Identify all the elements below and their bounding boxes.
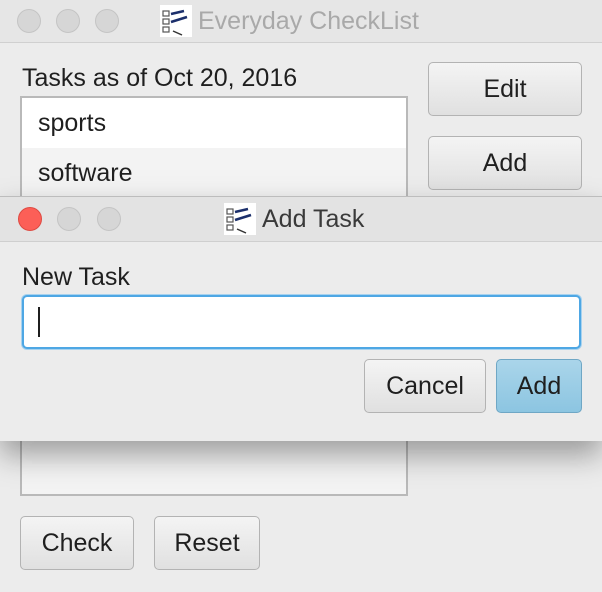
new-task-label: New Task: [22, 263, 130, 291]
dialog-minimize-button[interactable]: [57, 207, 81, 231]
new-task-input[interactable]: [22, 295, 581, 349]
main-zoom-button[interactable]: [95, 9, 119, 33]
check-button[interactable]: Check: [20, 516, 134, 570]
dialog-title-group: Add Task: [224, 198, 364, 240]
text-caret: [38, 307, 40, 337]
main-window-title: Everyday CheckList: [198, 6, 419, 35]
main-titlebar[interactable]: Everyday CheckList: [0, 0, 602, 43]
edit-button[interactable]: Edit: [428, 62, 582, 116]
dialog-close-button[interactable]: [18, 207, 42, 231]
dialog-zoom-button[interactable]: [97, 207, 121, 231]
add-task-dialog: Add Task New Task Cancel Add: [0, 196, 602, 441]
dialog-titlebar[interactable]: Add Task: [0, 197, 602, 242]
tasks-label: Tasks as of Oct 20, 2016: [22, 64, 298, 92]
checklist-app-icon: [224, 203, 256, 235]
cancel-button[interactable]: Cancel: [364, 359, 486, 413]
task-list-item[interactable]: sports: [22, 98, 406, 148]
dialog-add-button[interactable]: Add: [496, 359, 582, 413]
main-title-group: Everyday CheckList: [160, 0, 419, 42]
reset-button[interactable]: Reset: [154, 516, 260, 570]
main-close-button[interactable]: [17, 9, 41, 33]
add-button[interactable]: Add: [428, 136, 582, 190]
checklist-app-icon: [160, 5, 192, 37]
dialog-title: Add Task: [262, 204, 365, 233]
task-list-item[interactable]: software: [22, 148, 406, 198]
main-minimize-button[interactable]: [56, 9, 80, 33]
